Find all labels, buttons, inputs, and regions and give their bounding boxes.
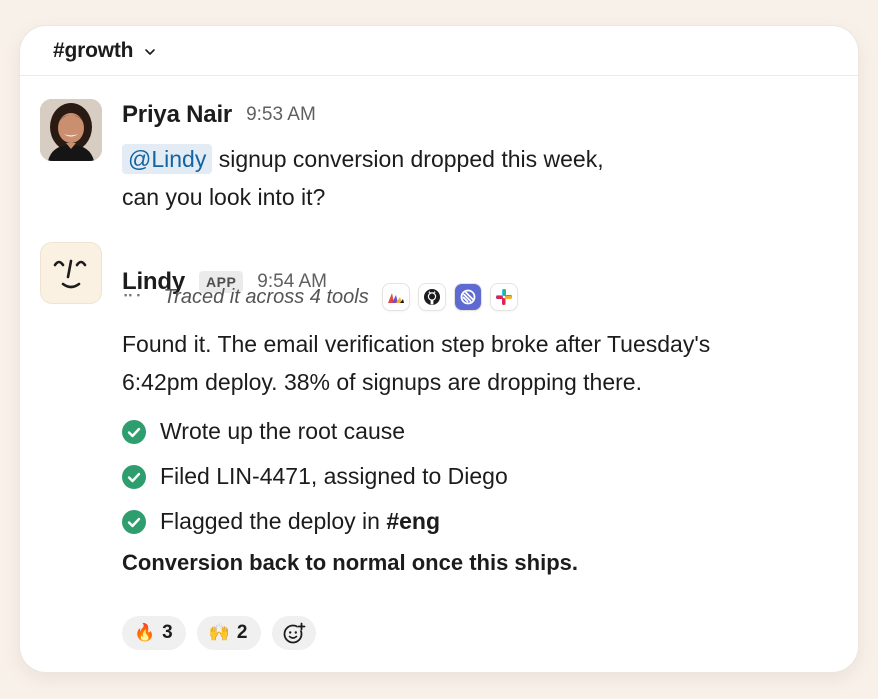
trace-dots-icon: ⠒⠂ xyxy=(122,289,148,306)
checklist-item: Flagged the deploy in #eng xyxy=(122,499,508,544)
add-reaction-button[interactable] xyxy=(271,616,316,650)
check-circle-icon xyxy=(122,509,146,534)
fire-emoji-icon: 🔥 xyxy=(134,623,156,643)
checklist-item-text: Wrote up the root cause xyxy=(160,418,406,444)
avatar-priya[interactable] xyxy=(40,99,102,161)
message-body-lindy: Found it. The email verification step br… xyxy=(122,325,710,401)
reaction-count: 3 xyxy=(162,622,173,643)
message-card: #growth Priya Nair 9:53 AM @Lindy signup… xyxy=(20,26,858,672)
reaction-raised-hands[interactable]: 🙌 2 xyxy=(196,616,261,650)
checklist-item-text-plain: Flagged the deploy in xyxy=(160,508,387,534)
chevron-down-icon xyxy=(143,45,157,59)
reaction-count: 2 xyxy=(236,622,248,643)
mixpanel-icon[interactable] xyxy=(382,284,409,310)
trace-text: Traced it across 4 tools xyxy=(163,285,369,308)
message-text-line: 6:42pm deploy. 38% of signups are droppi… xyxy=(122,369,642,395)
raised-hands-emoji-icon: 🙌 xyxy=(208,623,230,643)
message-body-priya: @Lindy signup conversion dropped this we… xyxy=(122,140,604,216)
channel-header: #growth xyxy=(20,26,858,76)
checklist: Wrote up the root cause Filed LIN-4471, … xyxy=(122,409,508,544)
check-circle-icon xyxy=(122,464,146,489)
avatar-lindy[interactable] xyxy=(40,242,102,304)
reactions-bar: 🔥 3 🙌 2 xyxy=(122,616,316,650)
message-text-line: Found it. The email verification step br… xyxy=(122,331,711,357)
conclusion-text: Conversion back to normal once this ship… xyxy=(122,550,578,575)
lindy-face-logo-icon xyxy=(53,259,87,289)
message-text-line: can you look into it? xyxy=(122,184,326,210)
github-icon[interactable] xyxy=(418,284,445,310)
message-text-line: signup conversion dropped this week, xyxy=(218,146,604,172)
channel-name-button[interactable]: #growth xyxy=(53,39,157,63)
slack-icon[interactable] xyxy=(490,284,517,310)
linear-icon[interactable] xyxy=(454,284,481,310)
reaction-fire[interactable]: 🔥 3 xyxy=(122,616,186,650)
sender-name[interactable]: Priya Nair xyxy=(122,101,232,129)
checklist-item-text: Filed LIN-4471, assigned to Diego xyxy=(160,463,508,489)
trace-summary[interactable]: ⠒⠂ Traced it across 4 tools xyxy=(122,279,527,315)
checklist-item: Filed LIN-4471, assigned to Diego xyxy=(122,454,508,499)
add-emoji-icon xyxy=(283,622,305,644)
message-timestamp[interactable]: 9:53 AM xyxy=(246,104,316,126)
channel-name: #growth xyxy=(53,38,134,62)
channel-link-eng[interactable]: #eng xyxy=(386,508,440,534)
mention-lindy[interactable]: @Lindy xyxy=(122,144,213,174)
checklist-item-text: Flagged the deploy in #eng xyxy=(160,508,440,535)
tool-icons xyxy=(382,284,527,310)
message-header-priya: Priya Nair 9:53 AM xyxy=(122,101,316,129)
user-avatar-photo-icon xyxy=(40,99,102,161)
checklist-item: Wrote up the root cause xyxy=(122,409,508,454)
check-circle-icon xyxy=(122,419,146,444)
